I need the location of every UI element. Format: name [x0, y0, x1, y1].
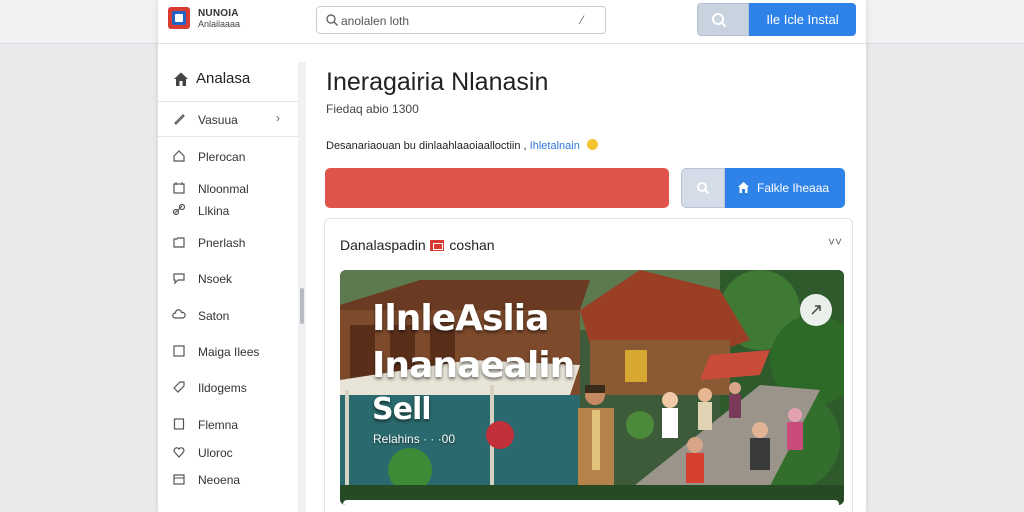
sidebar-item-label: Neoena [198, 473, 241, 487]
sidebar-item-saton[interactable]: Saton [158, 304, 298, 328]
hero-footer-bar [343, 500, 839, 505]
search-icon [712, 13, 727, 28]
sidebar-item-label: Saton [198, 309, 230, 323]
sidebar-item-label: Uloroc [198, 446, 233, 460]
app-window: NUNOIA Anlailaaaa anolalen loth ⁄ Ile Ic… [158, 0, 866, 512]
search-icon [697, 182, 710, 195]
app-logo-icon[interactable] [168, 7, 190, 29]
search-placeholder: anolalen loth [341, 14, 410, 28]
hero-expand-button[interactable] [800, 294, 832, 326]
file-icon [173, 418, 185, 430]
sidebar-item-ildogems[interactable]: Ildogems [158, 376, 298, 400]
hero-title-line3: Sell [372, 392, 432, 427]
sidebar-item-maiga-ilees[interactable]: Maiga Ilees [158, 340, 298, 364]
brand-name[interactable]: NUNOIA Anlailaaaa [198, 8, 241, 30]
hero-image[interactable]: IlnleAslia Inanaealin Sell Relahins · · … [340, 270, 844, 505]
card-title-suffix: coshan [449, 237, 495, 253]
sidebar-item-label: Pnerlash [198, 236, 246, 250]
sidebar-item-nsoek[interactable]: Nsoek [158, 267, 298, 291]
install-button[interactable]: Ile Icle Instal [749, 3, 856, 36]
sidebar-item-label: Nloonmal [198, 182, 249, 196]
heart-icon [173, 447, 185, 458]
sidebar-item-llkina[interactable]: Llkina [158, 199, 298, 223]
page-subtitle: Fiedaq abio 1300 [326, 102, 419, 116]
sidebar-item-pnerlash[interactable]: Pnerlash [158, 231, 298, 255]
main-content: Ineragairia Nlanasin Fiedaq abio 1300 De… [324, 44, 856, 512]
calendar-icon [173, 182, 185, 194]
home-icon [738, 182, 749, 193]
progress-bar [325, 168, 669, 208]
brand-line2: Anlailaaaa [198, 19, 241, 29]
sidebar-item-label: Ildogems [198, 381, 247, 395]
square-icon [173, 345, 185, 357]
smile-emoji-icon [586, 139, 598, 150]
page-title: Ineragairia Nlanasin [326, 68, 549, 96]
header-search-button[interactable] [697, 3, 749, 36]
hero-title-line2: Inanaealin [372, 345, 575, 386]
sidebar-header-label: Analasa [196, 70, 251, 87]
folder-icon [173, 237, 185, 248]
expand-icon [811, 305, 821, 315]
action-button[interactable]: Falkle Iheaaa [725, 168, 845, 208]
feature-card: Danalaspadin coshan ˅˅ IlnleAslia Inanae… [324, 218, 853, 512]
card-collapse-icon[interactable]: ˅˅ [828, 235, 842, 249]
flag-icon [429, 240, 444, 251]
cloud-icon [172, 309, 186, 319]
brand-line1: NUNOIA [198, 8, 239, 19]
page-description: Desanariaouan bu dinlaahlaaoiaalloctiin … [326, 139, 598, 152]
search-button[interactable] [681, 168, 725, 208]
description-link[interactable]: Ihletalnain [530, 140, 580, 152]
sidebar-item-flemna[interactable]: Flemna [158, 413, 298, 437]
sidebar-item-vasuua[interactable]: Vasuua › [158, 108, 298, 132]
sidebar: Analasa Vasuua › Plerocan Nloonmal Llkin… [158, 60, 298, 512]
sidebar-item-label: Vasuua [198, 113, 238, 127]
sidebar-item-label: Flemna [198, 418, 239, 432]
search-input[interactable]: anolalen loth ⁄ [316, 6, 606, 34]
hero-title-line1: IlnleAslia [372, 298, 549, 339]
sidebar-divider [158, 136, 298, 137]
action-button-label: Falkle Iheaaa [757, 181, 830, 195]
sidebar-item-plerocan[interactable]: Plerocan [158, 145, 298, 169]
chat-icon [174, 114, 185, 125]
card-title: Danalaspadin coshan [340, 237, 495, 253]
sidebar-scrollbar[interactable] [298, 62, 306, 512]
hero-caption: Relahins · · ·00 [373, 432, 456, 446]
sidebar-item-label: Maiga Ilees [198, 345, 260, 359]
sidebar-item-label: Llkina [198, 204, 230, 218]
sidebar-item-label: Nsoek [198, 272, 233, 286]
search-cursor-icon: ⁄ [580, 13, 583, 27]
tag-icon [173, 381, 185, 393]
sidebar-header[interactable]: Analasa [158, 60, 298, 102]
sidebar-item-uloroc[interactable]: Uloroc [158, 441, 298, 465]
home-icon [173, 150, 185, 162]
home-icon [174, 72, 188, 86]
sidebar-item-neoena[interactable]: Neoena [158, 468, 298, 492]
search-icon [326, 14, 338, 26]
chat-bubble-icon [173, 273, 185, 285]
chevron-right-icon: › [276, 111, 280, 125]
link-icon [172, 203, 186, 216]
sidebar-item-label: Plerocan [198, 150, 246, 164]
card-title-prefix: Danalaspadin [340, 237, 426, 253]
box-icon [173, 474, 185, 485]
sidebar-scrollbar-thumb[interactable] [300, 288, 304, 324]
sidebar-item-nloonmal[interactable]: Nloonmal [158, 177, 298, 201]
app-header: NUNOIA Anlailaaaa anolalen loth ⁄ Ile Ic… [158, 0, 866, 44]
description-text: Desanariaouan bu dinlaahlaaoiaalloctiin … [326, 140, 527, 152]
